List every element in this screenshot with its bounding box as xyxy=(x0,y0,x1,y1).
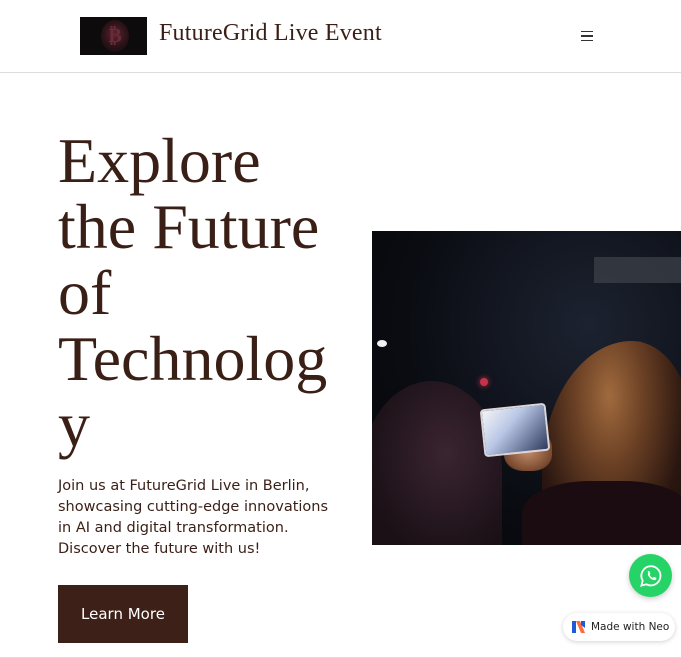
hero-title-line: y xyxy=(58,389,90,460)
hero-image xyxy=(372,231,681,545)
learn-more-button[interactable]: Learn More xyxy=(58,585,188,643)
badge-label: Made with Neo xyxy=(591,621,670,633)
hero-title-line: Technolog xyxy=(58,323,328,394)
site-logo[interactable] xyxy=(80,17,147,55)
hamburger-menu-icon[interactable] xyxy=(575,24,599,48)
site-header: FutureGrid Live Event xyxy=(0,0,681,73)
hero-title-line: the Future xyxy=(58,191,320,262)
person-shoulder xyxy=(522,481,681,545)
hero-description: Join us at FutureGrid Live in Berlin, sh… xyxy=(58,478,329,557)
whatsapp-glyph xyxy=(639,564,661,587)
hero-title: Explore the Future of Technolog y xyxy=(58,128,358,458)
brand-name[interactable]: FutureGrid Live Event xyxy=(159,20,382,47)
street-sign xyxy=(594,257,681,283)
neo-logo-icon xyxy=(572,621,585,633)
hero-title-line: of xyxy=(58,257,112,328)
street-light xyxy=(377,340,387,347)
tablet-shape xyxy=(479,402,551,458)
whatsapp-icon[interactable] xyxy=(629,554,672,597)
red-light xyxy=(480,378,488,386)
bitcoin-logo-icon xyxy=(101,20,129,52)
crowd-silhouette xyxy=(372,381,502,545)
made-with-neo-badge[interactable]: Made with Neo xyxy=(563,613,675,641)
hero-title-line: Explore xyxy=(58,125,261,196)
